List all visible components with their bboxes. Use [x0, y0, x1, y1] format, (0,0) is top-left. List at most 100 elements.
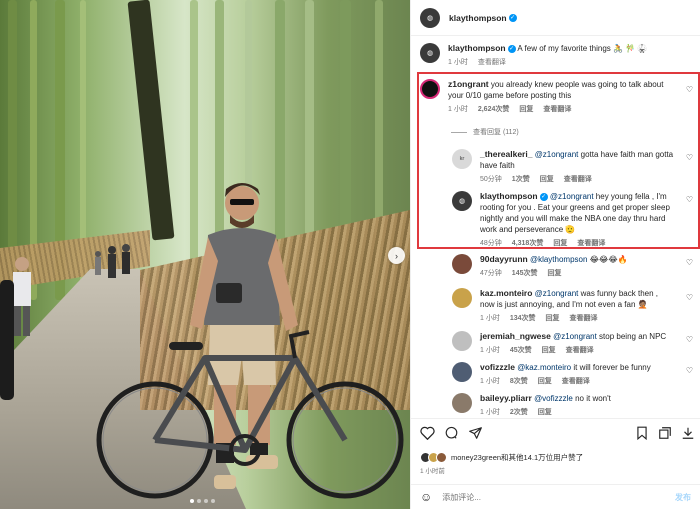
- share-icon[interactable]: [468, 426, 483, 440]
- translate-link[interactable]: 查看翻译: [564, 174, 592, 185]
- comment-text: 😂😂😂🔥: [589, 255, 628, 264]
- comment-time: 50分钟: [480, 176, 502, 183]
- like-comment-icon[interactable]: ♡: [686, 293, 693, 302]
- reply-button[interactable]: 回复: [547, 268, 561, 279]
- caption-translate-link[interactable]: 查看翻译: [478, 57, 506, 68]
- comment-mention[interactable]: @z1ongrant: [553, 332, 597, 341]
- comment-likes[interactable]: 4,318次赞: [512, 238, 544, 249]
- like-comment-icon[interactable]: ♡: [686, 258, 693, 267]
- translate-link[interactable]: 查看翻译: [543, 104, 571, 115]
- comment-time: 1 小时: [480, 378, 500, 385]
- author-avatar[interactable]: ◍: [420, 7, 440, 28]
- like-comment-icon[interactable]: ♡: [686, 153, 693, 162]
- post-comment-button[interactable]: 发布: [675, 492, 691, 503]
- copy-icon[interactable]: [658, 426, 672, 440]
- reply-button[interactable]: 回复: [519, 104, 533, 115]
- comment-text: no it won't: [575, 394, 611, 403]
- comment-reply: kaz.monteiro @z1ongrant was funny back t…: [452, 288, 692, 324]
- comment-username[interactable]: baileyy.pliarr: [480, 393, 532, 403]
- reply-button[interactable]: 回复: [538, 376, 552, 387]
- comment-time: 1 小时: [448, 106, 468, 113]
- caption-text: A few of my favorite things 🚴 🎋 🥋: [517, 44, 648, 53]
- comment-reply: 90dayyrunn @klaythompson 😂😂😂🔥 47分钟 145次赞回…: [452, 254, 692, 279]
- reply-button[interactable]: 回复: [538, 407, 552, 415]
- emoji-icon[interactable]: ☺: [420, 490, 432, 504]
- like-comment-icon[interactable]: ♡: [686, 195, 693, 204]
- comment-username[interactable]: jeremiah_ngwese: [480, 331, 551, 341]
- comment-time: 48分钟: [480, 240, 502, 247]
- author-avatar[interactable]: ◍: [420, 43, 440, 63]
- reply-button[interactable]: 回复: [546, 313, 560, 324]
- caption-time: 1 小时: [448, 59, 468, 66]
- comment-likes[interactable]: 2,624次赞: [478, 104, 510, 115]
- likes-summary[interactable]: money23green和其他14.1万位用户赞了: [420, 452, 583, 463]
- comment-username[interactable]: klaythompson: [480, 191, 538, 201]
- download-icon[interactable]: [681, 426, 695, 440]
- comment-likes[interactable]: 134次赞: [510, 313, 536, 324]
- translate-link[interactable]: 查看翻译: [577, 238, 605, 249]
- comment-reply: jeremiah_ngwese @z1ongrant stop being an…: [452, 331, 692, 356]
- comment-likes[interactable]: 1次赞: [512, 174, 530, 185]
- action-bar: [411, 418, 700, 446]
- comment-icon[interactable]: [444, 426, 459, 440]
- comment-username[interactable]: 90dayyrunn: [480, 254, 528, 264]
- comment-time: 1 小时: [480, 347, 500, 354]
- likes-text: money23green和其他14.1万位用户赞了: [451, 453, 584, 462]
- caption: ◍ klaythompson ✓ A few of my favorite thi…: [411, 37, 700, 68]
- post-time: 1 小时前: [420, 468, 445, 475]
- commenter-avatar[interactable]: [452, 254, 472, 274]
- like-comment-icon[interactable]: ♡: [686, 366, 693, 375]
- comment-username[interactable]: z1ongrant: [448, 79, 489, 89]
- comment-reply: vofizzzle @kaz.monteiro it will forever …: [452, 362, 692, 387]
- comment-mention[interactable]: @z1ongrant: [535, 289, 579, 298]
- commenter-avatar[interactable]: [420, 79, 440, 99]
- comment-likes[interactable]: 8次赞: [510, 376, 528, 387]
- author-username[interactable]: klaythompson: [449, 13, 507, 23]
- translate-link[interactable]: 查看翻译: [570, 313, 598, 324]
- comment-input[interactable]: 添加评论...: [442, 492, 481, 503]
- reply-button[interactable]: 回复: [542, 345, 556, 356]
- commenter-avatar[interactable]: ◍: [452, 191, 472, 211]
- verified-icon: ✓: [508, 13, 517, 22]
- commenter-avatar[interactable]: [452, 331, 472, 351]
- comment-mention[interactable]: @klaythompson: [530, 255, 587, 264]
- heart-icon[interactable]: [420, 426, 435, 440]
- post-header: ◍ klaythompson ✓: [411, 0, 700, 36]
- commenter-avatar[interactable]: [452, 288, 472, 308]
- comment-mention[interactable]: @kaz.monteiro: [517, 363, 571, 372]
- commenter-avatar[interactable]: [452, 362, 472, 382]
- commenter-avatar[interactable]: kr: [452, 149, 472, 169]
- view-replies-link[interactable]: 查看回复 (112): [451, 127, 519, 137]
- comment-likes[interactable]: 45次赞: [510, 345, 532, 356]
- commenter-avatar[interactable]: [452, 393, 472, 413]
- comment-mention[interactable]: @vofizzzle: [534, 394, 573, 403]
- like-comment-icon[interactable]: ♡: [686, 335, 693, 344]
- comment-time: 47分钟: [480, 270, 502, 277]
- translate-link[interactable]: 查看翻译: [566, 345, 594, 356]
- comment-username[interactable]: vofizzzle: [480, 362, 515, 372]
- translate-link[interactable]: 查看翻译: [562, 376, 590, 387]
- comment-reply: baileyy.pliarr @vofizzzle no it won't 1 …: [452, 393, 692, 415]
- comment-composer: ☺ 添加评论... 发布: [411, 484, 700, 509]
- bookmark-icon[interactable]: [635, 426, 649, 440]
- comment: z1ongrant you already knew people was go…: [420, 79, 692, 115]
- comment-username[interactable]: kaz.monteiro: [480, 288, 532, 298]
- carousel-dots: [190, 499, 215, 503]
- comment-username[interactable]: _therealkeri_: [480, 149, 532, 159]
- comment-likes[interactable]: 145次赞: [512, 268, 538, 279]
- like-comment-icon[interactable]: ♡: [686, 85, 693, 94]
- comment-mention[interactable]: @z1ongrant: [550, 192, 594, 201]
- verified-icon: ✓: [507, 44, 516, 53]
- reply-button[interactable]: 回复: [540, 174, 554, 185]
- comment-mention[interactable]: @z1ongrant: [535, 150, 579, 159]
- verified-icon: ✓: [539, 192, 548, 201]
- post-photo: ›: [0, 0, 410, 509]
- comment-reply: ◍ klaythompson ✓ @z1ongrant hey young fel…: [452, 191, 692, 249]
- caption-username[interactable]: klaythompson: [448, 43, 506, 53]
- next-photo-button[interactable]: ›: [388, 247, 405, 264]
- reply-button[interactable]: 回复: [553, 238, 567, 249]
- comment-likes[interactable]: 2次赞: [510, 407, 528, 415]
- comment-time: 1 小时: [480, 409, 500, 415]
- comments-scroll[interactable]: ◍ klaythompson ✓ A few of my favorite thi…: [411, 37, 700, 415]
- comment-reply: kr _therealkeri_ @z1ongrant gotta have f…: [452, 149, 692, 185]
